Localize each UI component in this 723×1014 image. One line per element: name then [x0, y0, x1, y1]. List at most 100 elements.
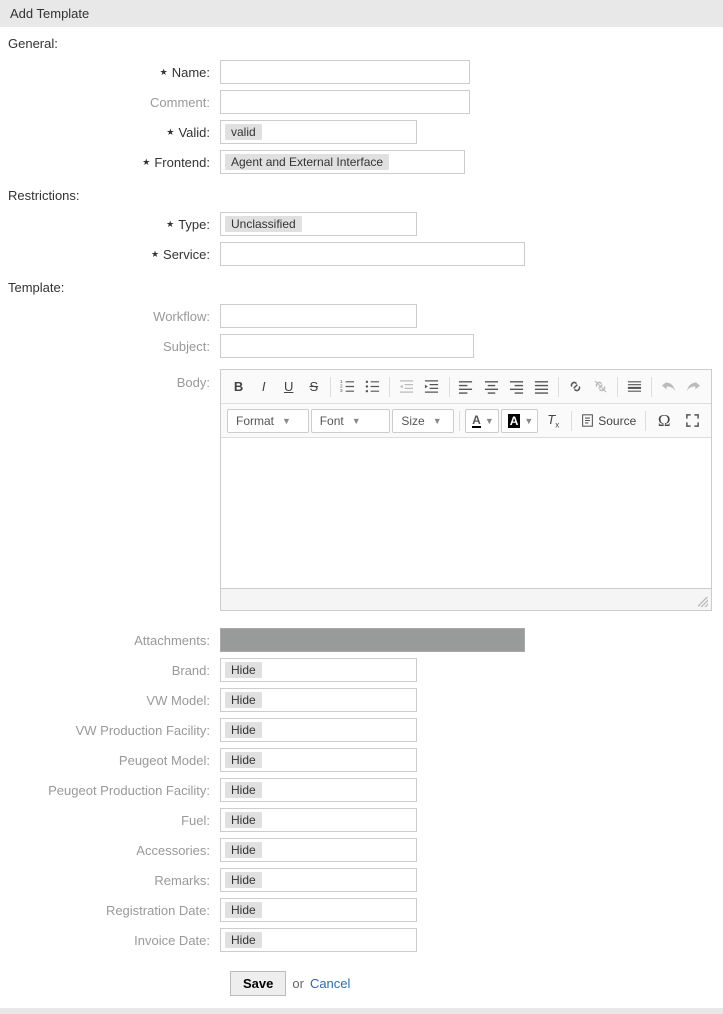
remove-format-button[interactable]: Tx — [540, 408, 566, 434]
text-color-button[interactable]: A▼ — [465, 409, 499, 433]
align-justify-button[interactable] — [530, 374, 553, 400]
format-select[interactable]: Format▼ — [227, 409, 309, 433]
editor-toolbar-1: B I U S 123 — [221, 370, 711, 404]
remove-format-icon: Tx — [547, 412, 559, 430]
source-button[interactable]: Source — [577, 414, 640, 428]
caret-down-icon: ▼ — [282, 416, 291, 426]
bg-color-icon: A — [508, 414, 521, 428]
vw-model-select[interactable]: Hide — [220, 688, 417, 712]
required-star: ★ — [166, 127, 174, 138]
italic-button[interactable]: I — [252, 374, 275, 400]
font-select-label: Font — [320, 414, 344, 428]
reg-date-value: Hide — [225, 902, 262, 918]
invoice-date-select[interactable]: Hide — [220, 928, 417, 952]
toolbar-separator — [449, 377, 450, 397]
service-input[interactable] — [220, 242, 525, 266]
peugeot-prod-select[interactable]: Hide — [220, 778, 417, 802]
maximize-button[interactable] — [679, 408, 705, 434]
label-accessories: Accessories: — [136, 843, 210, 858]
unlink-icon — [593, 379, 608, 394]
label-reg-date: Registration Date: — [106, 903, 210, 918]
svg-text:3: 3 — [340, 388, 343, 393]
source-icon — [581, 414, 594, 427]
required-star: ★ — [160, 67, 168, 78]
omega-icon: Ω — [658, 411, 671, 431]
frontend-select[interactable]: Agent and External Interface — [220, 150, 465, 174]
link-icon — [568, 379, 583, 394]
hr-button[interactable] — [623, 374, 646, 400]
save-button[interactable]: Save — [230, 971, 286, 996]
body-editor: B I U S 123 — [220, 369, 712, 611]
text-color-icon: A — [472, 414, 481, 428]
section-general: General: — [0, 27, 723, 55]
bg-color-button[interactable]: A▼ — [501, 409, 539, 433]
peugeot-model-value: Hide — [225, 752, 262, 768]
align-right-button[interactable] — [505, 374, 528, 400]
brand-select[interactable]: Hide — [220, 658, 417, 682]
vw-model-value: Hide — [225, 692, 262, 708]
undo-icon — [661, 379, 676, 394]
align-right-icon — [509, 379, 524, 394]
required-star: ★ — [166, 219, 174, 230]
ordered-list-button[interactable]: 123 — [336, 374, 359, 400]
fuel-select[interactable]: Hide — [220, 808, 417, 832]
label-fuel: Fuel: — [181, 813, 210, 828]
valid-select[interactable]: valid — [220, 120, 417, 144]
undo-button[interactable] — [657, 374, 680, 400]
accessories-select[interactable]: Hide — [220, 838, 417, 862]
toolbar-separator — [558, 377, 559, 397]
invoice-date-value: Hide — [225, 932, 262, 948]
size-select[interactable]: Size▼ — [392, 409, 454, 433]
toolbar-separator — [389, 377, 390, 397]
bottom-bar — [0, 1008, 723, 1014]
required-star: ★ — [142, 157, 150, 168]
align-left-icon — [458, 379, 473, 394]
ordered-list-icon: 123 — [340, 379, 355, 394]
accessories-value: Hide — [225, 842, 262, 858]
comment-input[interactable] — [220, 90, 470, 114]
label-vw-prod: VW Production Facility: — [76, 723, 210, 738]
toolbar-separator — [330, 377, 331, 397]
redo-button[interactable] — [682, 374, 705, 400]
source-label: Source — [598, 414, 636, 428]
toolbar-separator — [645, 411, 646, 431]
font-select[interactable]: Font▼ — [311, 409, 391, 433]
align-left-button[interactable] — [454, 374, 477, 400]
unordered-list-button[interactable] — [361, 374, 384, 400]
brand-value: Hide — [225, 662, 262, 678]
label-workflow: Workflow: — [153, 309, 210, 324]
label-peugeot-prod: Peugeot Production Facility: — [48, 783, 210, 798]
cancel-link[interactable]: Cancel — [310, 976, 350, 991]
align-center-button[interactable] — [480, 374, 503, 400]
required-star: ★ — [151, 249, 159, 260]
section-restrictions: Restrictions: — [0, 179, 723, 207]
subject-input[interactable] — [220, 334, 474, 358]
outdent-button[interactable] — [395, 374, 418, 400]
vw-prod-select[interactable]: Hide — [220, 718, 417, 742]
toolbar-separator — [459, 411, 460, 431]
label-body: Body: — [177, 375, 210, 390]
attachments-input[interactable] — [220, 628, 525, 652]
strike-button[interactable]: S — [302, 374, 325, 400]
label-frontend: Frontend: — [154, 155, 210, 170]
unordered-list-icon — [365, 379, 380, 394]
label-vw-model: VW Model: — [146, 693, 210, 708]
label-name: Name: — [172, 65, 210, 80]
special-char-button[interactable]: Ω — [651, 408, 677, 434]
workflow-input[interactable] — [220, 304, 417, 328]
peugeot-prod-value: Hide — [225, 782, 262, 798]
vw-prod-value: Hide — [225, 722, 262, 738]
underline-button[interactable]: U — [277, 374, 300, 400]
indent-button[interactable] — [420, 374, 443, 400]
hr-icon — [627, 379, 642, 394]
peugeot-model-select[interactable]: Hide — [220, 748, 417, 772]
unlink-button[interactable] — [589, 374, 612, 400]
name-input[interactable] — [220, 60, 470, 84]
link-button[interactable] — [564, 374, 587, 400]
reg-date-select[interactable]: Hide — [220, 898, 417, 922]
editor-content[interactable] — [221, 438, 711, 588]
align-justify-icon — [534, 379, 549, 394]
type-select[interactable]: Unclassified — [220, 212, 417, 236]
remarks-select[interactable]: Hide — [220, 868, 417, 892]
bold-button[interactable]: B — [227, 374, 250, 400]
